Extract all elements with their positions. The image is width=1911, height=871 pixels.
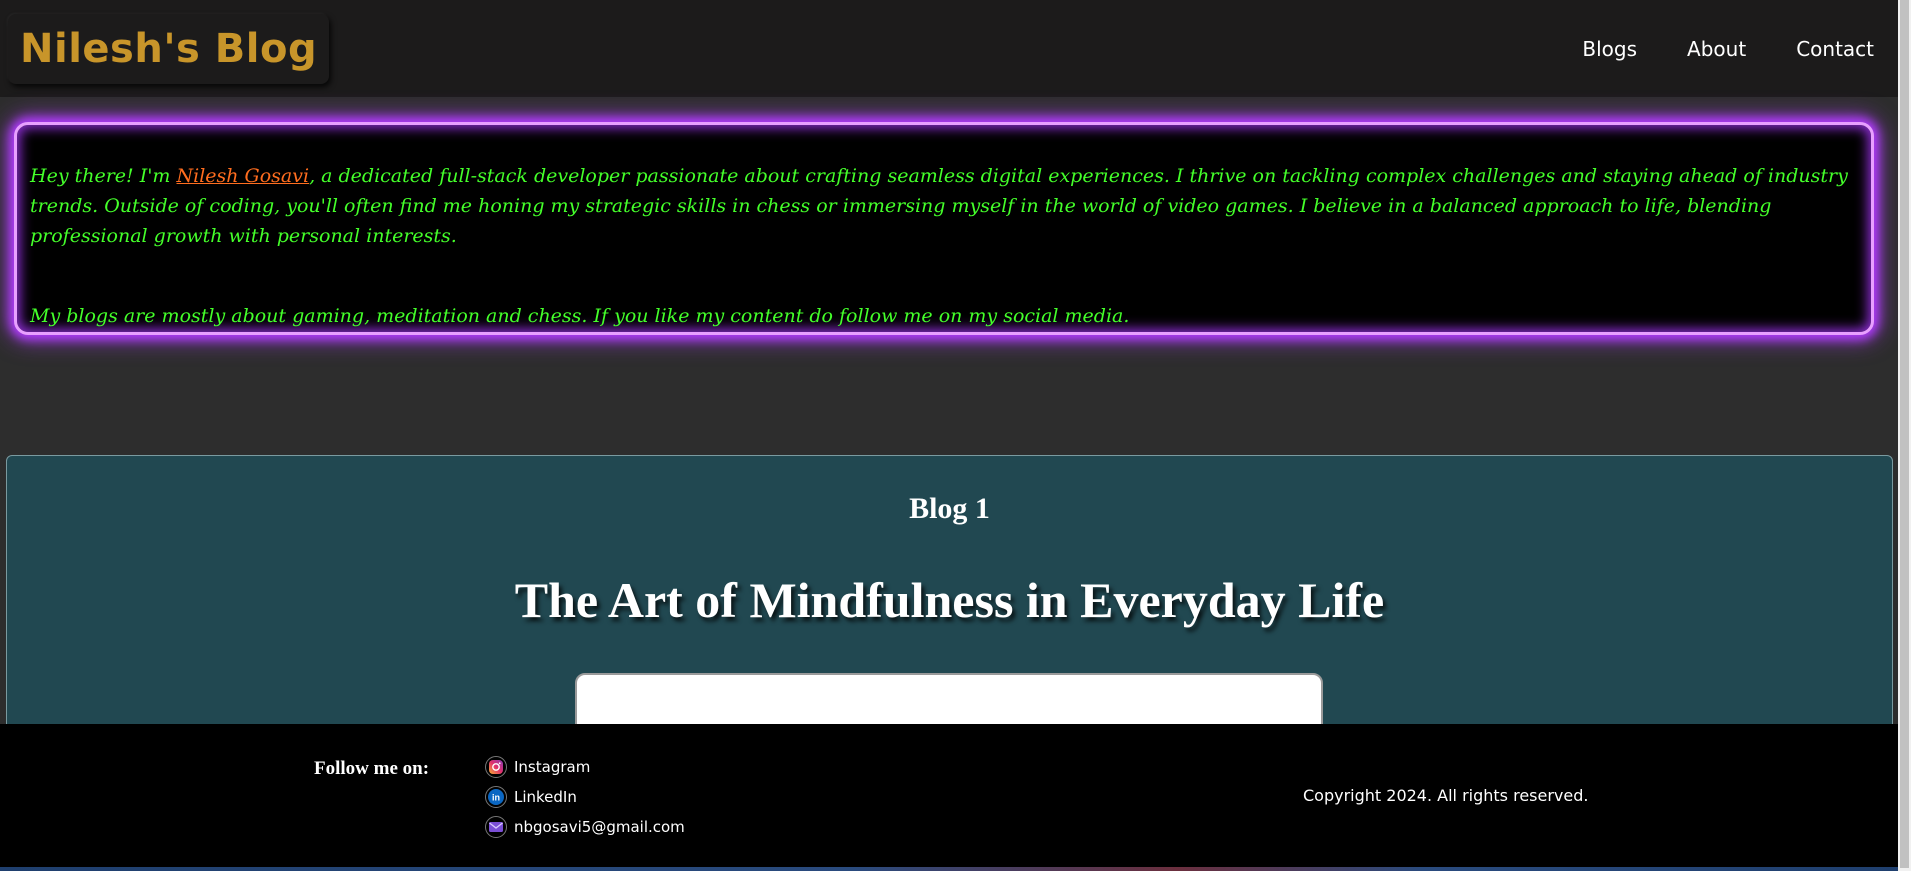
social-links-list: Instagram in LinkedIn nbgosavi5@gmail.co… (485, 752, 685, 842)
nav-link-blogs[interactable]: Blogs (1582, 37, 1637, 61)
site-logo[interactable]: Nilesh's Blog (20, 26, 317, 72)
social-link-email[interactable]: nbgosavi5@gmail.com (485, 812, 685, 842)
nav-link-about[interactable]: About (1687, 37, 1746, 61)
social-label: LinkedIn (514, 788, 577, 806)
nav-link-contact[interactable]: Contact (1796, 37, 1874, 61)
page: Nilesh's Blog Blogs About Contact Hey th… (0, 0, 1911, 871)
blog-number-label: Blog 1 (909, 492, 990, 525)
social-label: nbgosavi5@gmail.com (514, 818, 685, 836)
social-link-linkedin[interactable]: in LinkedIn (485, 782, 685, 812)
intro-paragraph: Hey there! I'm Nilesh Gosavi, a dedicate… (30, 161, 1859, 251)
vertical-scrollbar[interactable] (1898, 0, 1911, 871)
main-nav: Blogs About Contact (1582, 37, 1874, 61)
intro-social-note: My blogs are mostly about gaming, medita… (30, 305, 1130, 327)
site-footer: Follow me on: Instagram in LinkedIn nbgo… (0, 724, 1898, 867)
intro-section: Hey there! I'm Nilesh Gosavi, a dedicate… (14, 122, 1874, 335)
linkedin-icon: in (485, 786, 507, 808)
instagram-icon (485, 756, 507, 778)
social-link-instagram[interactable]: Instagram (485, 752, 685, 782)
logo-box[interactable]: Nilesh's Blog (8, 13, 330, 84)
blog-title: The Art of Mindfulness in Everyday Life (514, 572, 1385, 628)
author-name-link[interactable]: Nilesh Gosavi (177, 165, 310, 187)
social-label: Instagram (514, 758, 591, 776)
copyright-text: Copyright 2024. All rights reserved. (1303, 786, 1589, 805)
follow-label: Follow me on: (314, 758, 430, 779)
intro-greeting: Hey there! I'm (30, 165, 177, 187)
mail-icon (485, 816, 507, 838)
background-strip (0, 867, 1898, 871)
scrollbar-thumb[interactable] (1900, 0, 1909, 868)
site-header: Nilesh's Blog Blogs About Contact (0, 0, 1898, 97)
svg-text:in: in (492, 793, 500, 803)
